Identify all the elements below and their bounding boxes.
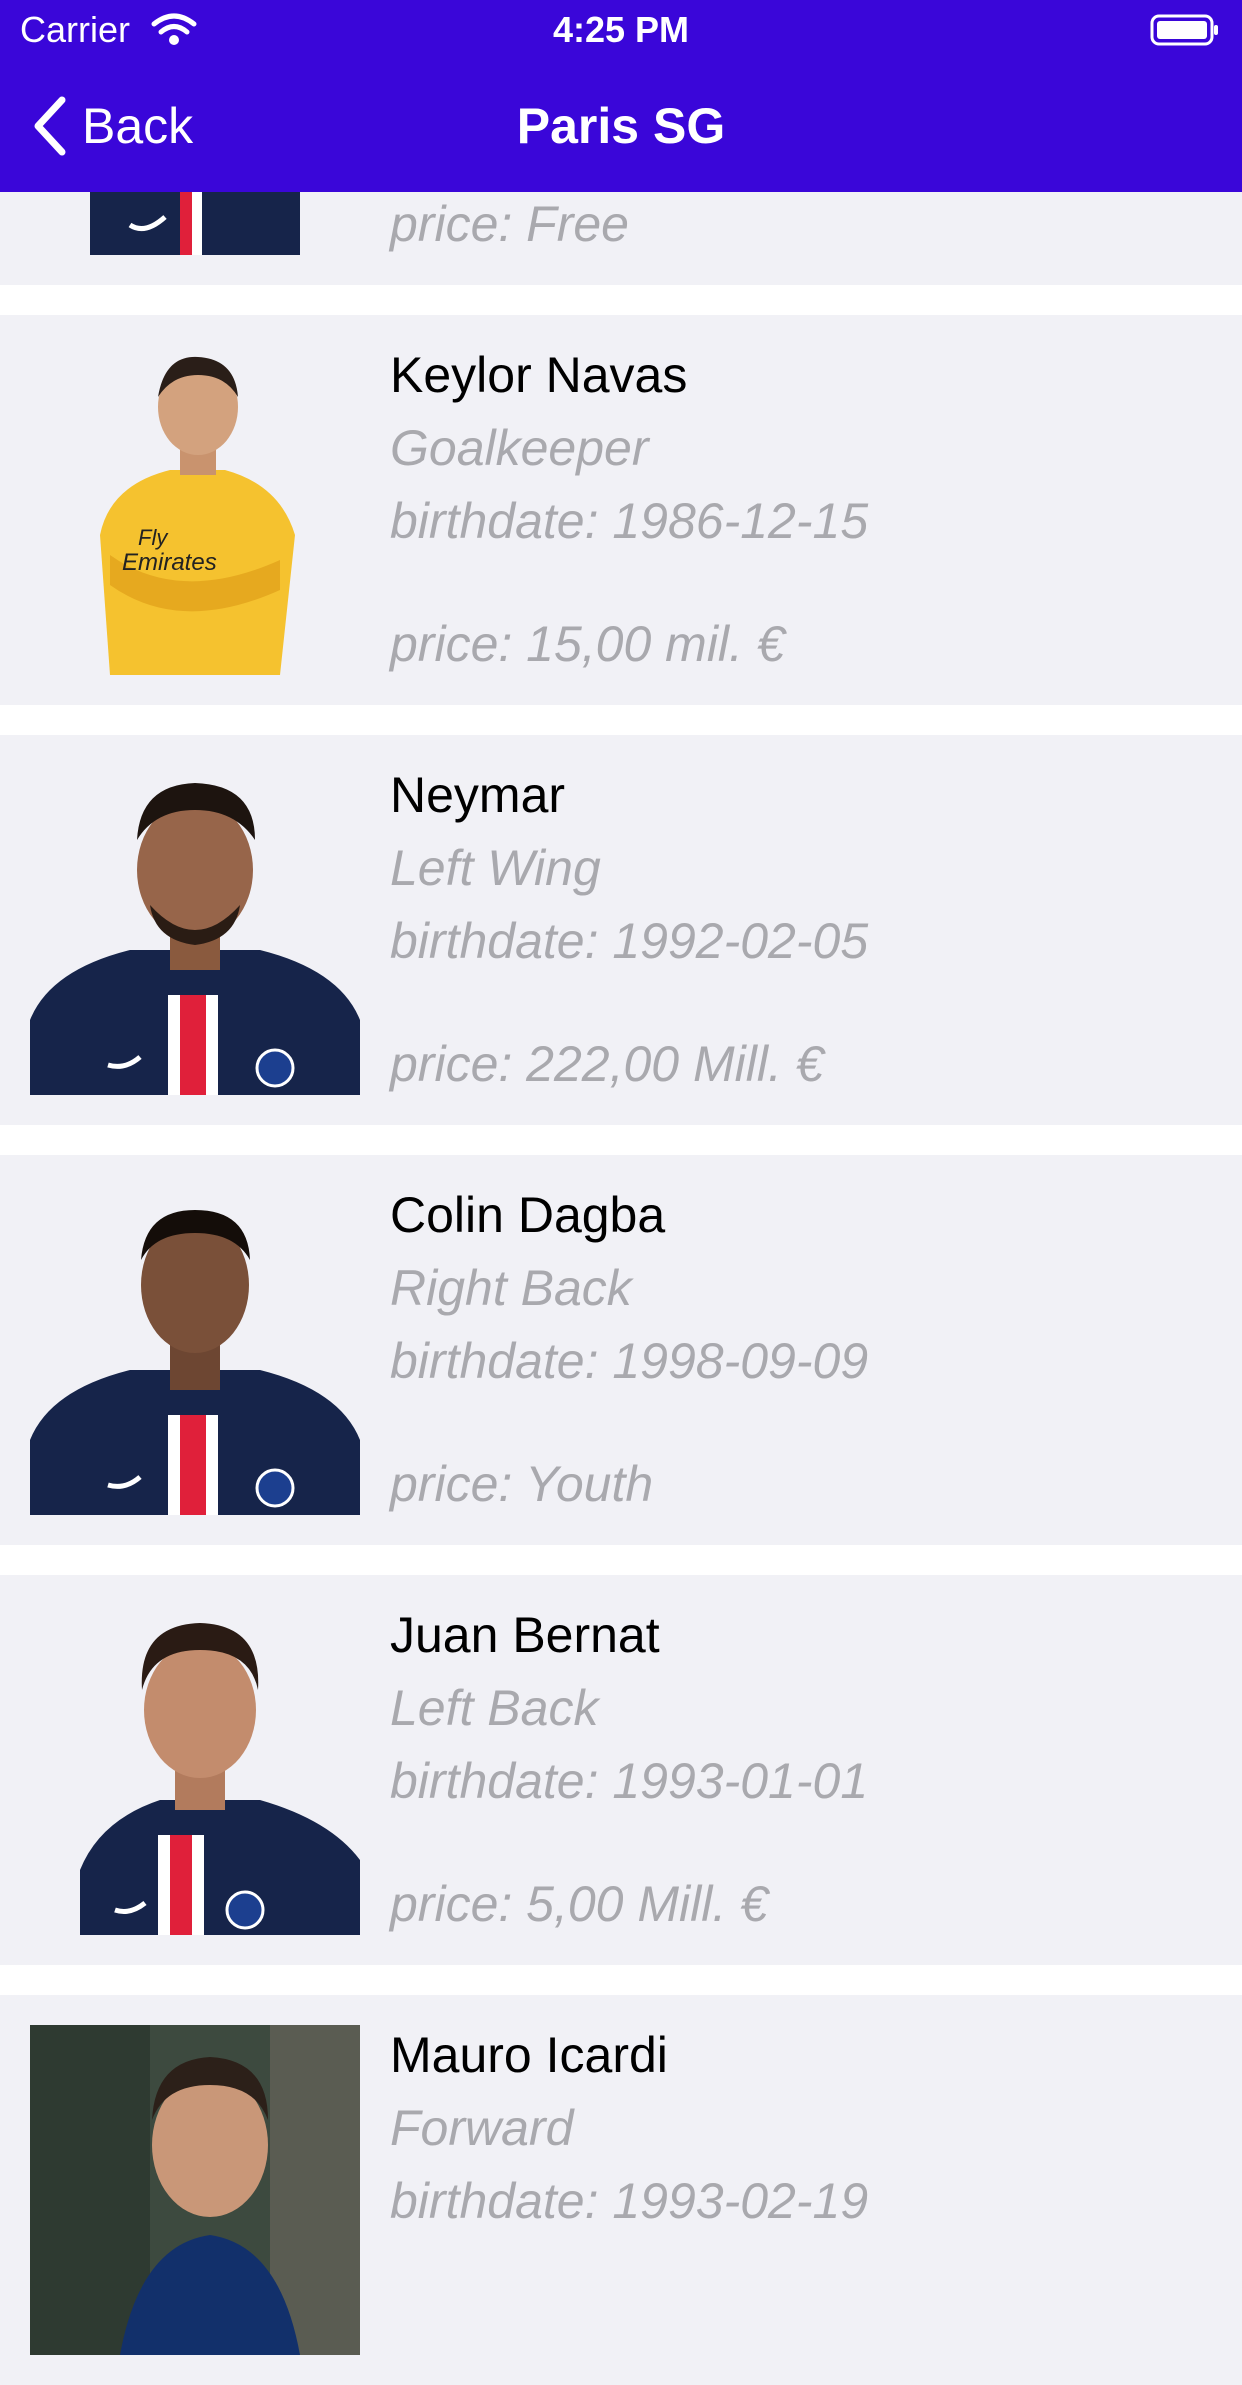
player-row[interactable]: Colin Dagba Right Back birthdate: 1998-0… (0, 1155, 1242, 1545)
player-row[interactable]: Fly Emirates Keylor Navas Goalkeeper bir… (0, 315, 1242, 705)
svg-text:Fly: Fly (138, 525, 169, 550)
player-list[interactable]: price: Free Fly Emirates Keylor Navas Go… (0, 0, 1242, 2385)
player-row[interactable]: Juan Bernat Left Back birthdate: 1993-01… (0, 1575, 1242, 1965)
player-birthdate: birthdate: 1992-02-05 (390, 913, 869, 969)
player-price: price: 15,00 mil. € (390, 616, 785, 672)
player-photo (30, 1185, 360, 1515)
player-birthdate: birthdate: 1986-12-15 (390, 493, 869, 549)
player-birthdate: birthdate: 1993-02-19 (390, 2173, 869, 2229)
svg-text:Emirates: Emirates (122, 549, 217, 576)
player-price: price: Free (390, 196, 629, 252)
player-position: Left Wing (390, 840, 601, 896)
player-row[interactable]: Mauro Icardi Forward birthdate: 1993-02-… (0, 1995, 1242, 2385)
player-photo (30, 765, 360, 1095)
player-name: Juan Bernat (390, 1607, 660, 1663)
player-name: Mauro Icardi (390, 2027, 668, 2083)
status-time: 4:25 PM (552, 9, 690, 50)
navigation-bar: Back Paris SG (0, 60, 1242, 192)
player-name: Neymar (390, 767, 566, 823)
player-photo: Fly Emirates (30, 345, 360, 675)
status-bar: Carrier 4:25 PM (0, 0, 1242, 60)
player-row[interactable]: Neymar Left Wing birthdate: 1992-02-05 p… (0, 735, 1242, 1125)
player-name: Colin Dagba (390, 1187, 666, 1243)
player-position: Forward (390, 2100, 574, 2156)
player-position: Left Back (390, 1680, 599, 1736)
player-position: Goalkeeper (390, 420, 649, 476)
player-photo (30, 2025, 360, 2355)
page-title: Paris SG (516, 98, 726, 154)
player-birthdate: birthdate: 1998-09-09 (390, 1333, 869, 1389)
player-price: price: 222,00 Mill. € (390, 1036, 824, 1092)
player-position: Right Back (390, 1260, 632, 1316)
player-birthdate: birthdate: 1993-01-01 (390, 1753, 869, 1809)
player-name: Keylor Navas (390, 347, 688, 403)
player-photo (30, 1605, 360, 1935)
battery-icon (1150, 14, 1218, 46)
player-price: price: 5,00 Mill. € (390, 1876, 768, 1932)
player-price: price: Youth (390, 1456, 654, 1512)
